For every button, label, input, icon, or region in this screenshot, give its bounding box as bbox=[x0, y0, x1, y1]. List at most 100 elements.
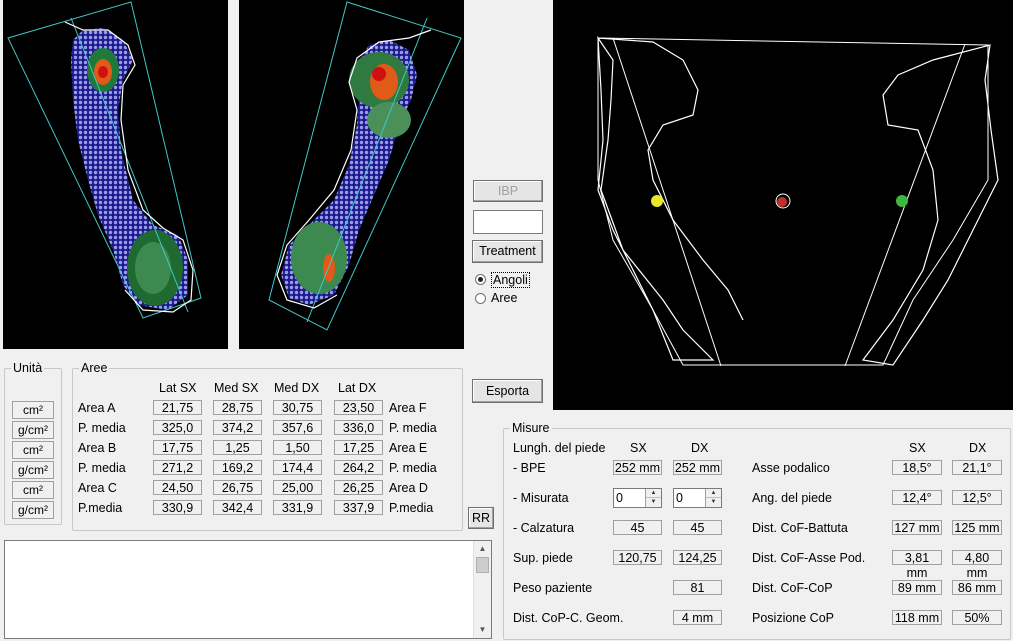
scroll-thumb[interactable] bbox=[476, 557, 489, 573]
misure-right-sx-value: 118 mm bbox=[892, 610, 942, 625]
misure-right-sx-value: 127 mm bbox=[892, 520, 942, 535]
aree-radio[interactable] bbox=[475, 293, 486, 304]
cop-comparison-view bbox=[553, 0, 1013, 410]
row-label-left: P.media bbox=[78, 501, 123, 515]
misure-right-dx-value: 12,5° bbox=[952, 490, 1002, 505]
stepper-down-icon[interactable]: ▼ bbox=[706, 498, 721, 507]
aree-value-cell: 271,2 bbox=[153, 460, 202, 475]
dx-header: DX bbox=[691, 441, 709, 455]
misure-right-sx-value: 12,4° bbox=[892, 490, 942, 505]
ibp-button[interactable]: IBP bbox=[473, 180, 543, 202]
misure-right-sx-value: 18,5° bbox=[892, 460, 942, 475]
aree-value-cell: 1,25 bbox=[213, 440, 262, 455]
aree-value-cell: 24,50 bbox=[153, 480, 202, 495]
misure-right-sx-value: 3,81 mm bbox=[892, 550, 942, 580]
aree-label[interactable]: Aree bbox=[491, 291, 517, 305]
stepper-up-icon[interactable]: ▲ bbox=[646, 489, 661, 498]
column-header: Med SX bbox=[214, 381, 259, 395]
unit-box: cm² bbox=[12, 401, 54, 419]
log-scrollbar[interactable]: ▲ ▼ bbox=[473, 541, 491, 638]
misure-right-dx-value: 21,1° bbox=[952, 460, 1002, 475]
misure-right-label: Dist. CoF-Battuta bbox=[752, 521, 848, 535]
misurata-sx-value[interactable]: 0 bbox=[616, 491, 623, 505]
angoli-radio[interactable] bbox=[475, 274, 486, 285]
misurata-dx-stepper[interactable]: 0 ▲ ▼ bbox=[673, 488, 722, 508]
right-cop-marker bbox=[896, 195, 908, 207]
aree-value-cell: 25,00 bbox=[273, 480, 322, 495]
unit-box: cm² bbox=[12, 441, 54, 459]
sup-piede-sx-value: 120,75 bbox=[613, 550, 662, 565]
aree-value-cell: 342,4 bbox=[213, 500, 262, 515]
peso-value: 81 bbox=[673, 580, 722, 595]
calzatura-label: - Calzatura bbox=[513, 521, 575, 535]
right-foot-pressure-map bbox=[239, 0, 464, 349]
aree-group: Aree Lat SX Med SX Med DX Lat DX Area A 2… bbox=[72, 361, 463, 531]
right-dx-header: DX bbox=[969, 441, 987, 455]
left-foot-svg bbox=[7, 1, 202, 319]
misurata-label: - Misurata bbox=[513, 491, 569, 505]
aree-value-cell: 17,25 bbox=[334, 440, 383, 455]
column-header: Lat SX bbox=[159, 381, 197, 395]
rr-button[interactable]: RR bbox=[468, 507, 494, 529]
right-sx-header: SX bbox=[909, 441, 926, 455]
misurata-sx-stepper[interactable]: 0 ▲ ▼ bbox=[613, 488, 662, 508]
ibp-value-field[interactable] bbox=[473, 210, 543, 234]
aree-value-cell: 325,0 bbox=[153, 420, 202, 435]
sup-piede-dx-value: 124,25 bbox=[673, 550, 722, 565]
scroll-down-icon[interactable]: ▼ bbox=[474, 622, 491, 638]
sx-header: SX bbox=[630, 441, 647, 455]
misure-right-dx-value: 4,80 mm bbox=[952, 550, 1002, 580]
row-label-right: P. media bbox=[389, 421, 437, 435]
aree-value-cell: 26,25 bbox=[334, 480, 383, 495]
dist-cop-label: Dist. CoP-C. Geom. bbox=[513, 611, 624, 625]
stepper-down-icon[interactable]: ▼ bbox=[646, 498, 661, 507]
unit-box: g/cm² bbox=[12, 421, 54, 439]
unita-group: Unità cm² g/cm² cm² g/cm² cm² g/cm² bbox=[4, 361, 62, 525]
misure-right-dx-value: 50% bbox=[952, 610, 1002, 625]
left-foot-pressure-map bbox=[3, 0, 228, 349]
calzatura-sx-value: 45 bbox=[613, 520, 662, 535]
angoli-label[interactable]: Angoli bbox=[491, 272, 530, 288]
center-cop-marker bbox=[777, 197, 787, 207]
right-foot-contour bbox=[861, 44, 999, 366]
esporta-button[interactable]: Esporta bbox=[472, 379, 543, 403]
aree-value-cell: 26,75 bbox=[213, 480, 262, 495]
cop-comparison-svg bbox=[597, 35, 999, 367]
misure-right-label: Posizione CoP bbox=[752, 611, 834, 625]
misure-right-label: Ang. del piede bbox=[752, 491, 832, 505]
aree-value-cell: 169,2 bbox=[213, 460, 262, 475]
misure-right-label: Dist. CoF-CoP bbox=[752, 581, 833, 595]
unit-box: g/cm² bbox=[12, 501, 54, 519]
misurata-dx-value[interactable]: 0 bbox=[676, 491, 683, 505]
bpe-sx-value: 252 mm bbox=[613, 460, 662, 475]
unita-title: Unità bbox=[11, 361, 45, 375]
row-label-left: Area A bbox=[78, 401, 116, 415]
calzatura-dx-value: 45 bbox=[673, 520, 722, 535]
aree-value-cell: 1,50 bbox=[273, 440, 322, 455]
aree-value-cell: 17,75 bbox=[153, 440, 202, 455]
bpe-dx-value: 252 mm bbox=[673, 460, 722, 475]
row-label-right: P.media bbox=[389, 501, 434, 515]
left-cop-marker bbox=[651, 195, 663, 207]
misure-group: Misure Lungh. del piede SX DX - BPE 252 … bbox=[503, 421, 1011, 640]
stepper-up-icon[interactable]: ▲ bbox=[706, 489, 721, 498]
misure-right-sx-value: 89 mm bbox=[892, 580, 942, 595]
aree-value-cell: 336,0 bbox=[334, 420, 383, 435]
row-label-right: Area F bbox=[389, 401, 427, 415]
log-text-area[interactable]: ▲ ▼ bbox=[4, 540, 492, 639]
misure-right-label: Dist. CoF-Asse Pod. bbox=[752, 551, 866, 565]
treatment-button[interactable]: Treatment bbox=[472, 240, 543, 263]
row-label-right: Area D bbox=[389, 481, 428, 495]
row-label-left: Area B bbox=[78, 441, 117, 455]
aree-value-cell: 337,9 bbox=[334, 500, 383, 515]
row-label-right: P. media bbox=[389, 461, 437, 475]
row-label-left: Area C bbox=[78, 481, 117, 495]
right-foot-svg bbox=[268, 1, 462, 331]
misure-right-dx-value: 86 mm bbox=[952, 580, 1002, 595]
aree-value-cell: 174,4 bbox=[273, 460, 322, 475]
row-label-right: Area E bbox=[389, 441, 428, 455]
scroll-up-icon[interactable]: ▲ bbox=[474, 541, 491, 557]
left-axis-line bbox=[612, 37, 722, 367]
aree-value-cell: 264,2 bbox=[334, 460, 383, 475]
unit-box: cm² bbox=[12, 481, 54, 499]
